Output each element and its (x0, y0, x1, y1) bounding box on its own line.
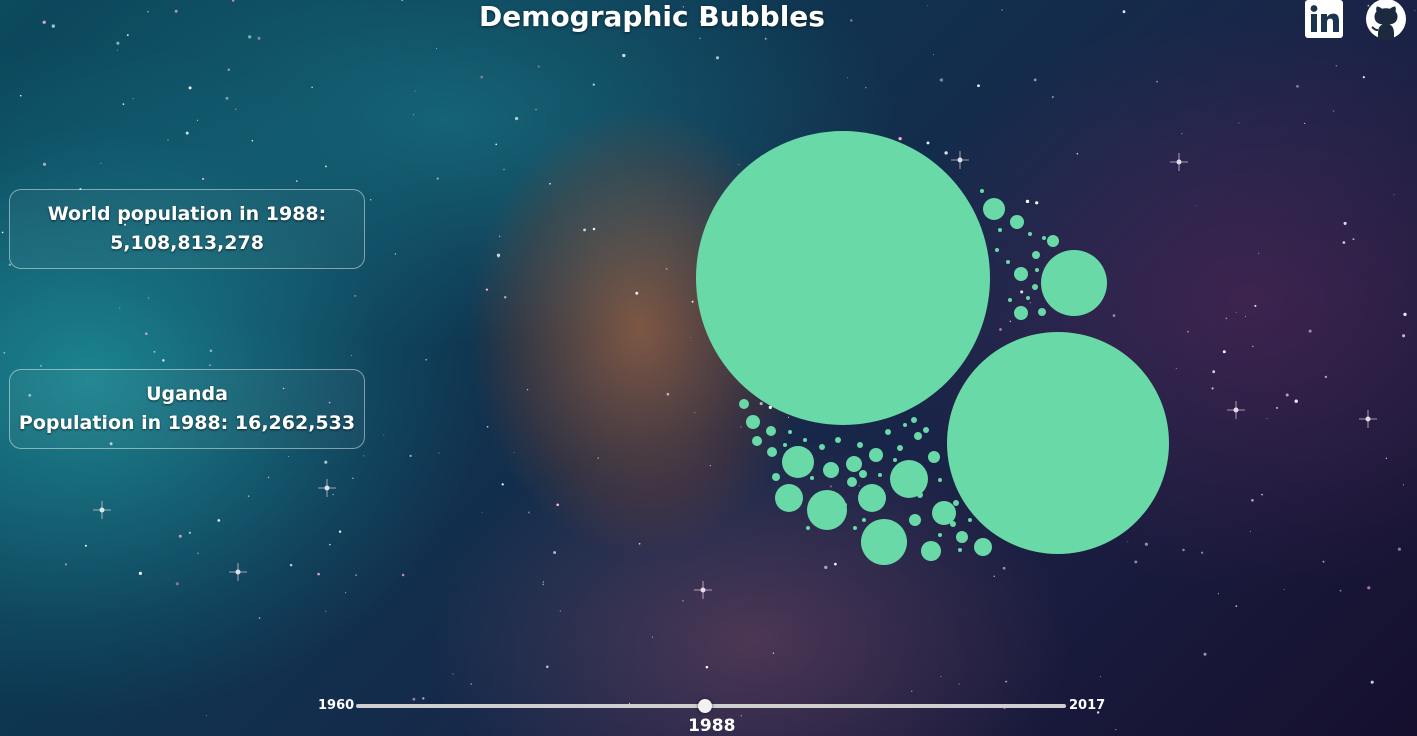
bubble-chart (696, 131, 1169, 565)
country-bubble[interactable] (998, 228, 1002, 232)
country-bubble[interactable] (803, 438, 807, 442)
country-bubble[interactable] (869, 448, 883, 462)
slider-max-label: 2017 (1069, 698, 1106, 713)
country-bubble[interactable] (810, 476, 814, 480)
country-bubble[interactable] (921, 541, 941, 561)
country-bubble[interactable] (767, 447, 777, 457)
country-bubble[interactable] (1047, 235, 1059, 247)
country-bubble[interactable] (1042, 236, 1046, 240)
country-bubble[interactable] (897, 527, 903, 533)
country-bubble[interactable] (897, 445, 903, 451)
country-bubble[interactable] (968, 518, 972, 522)
country-bubble[interactable] (752, 436, 762, 446)
country-bubble[interactable] (1035, 268, 1039, 272)
country-bubble[interactable] (788, 430, 792, 434)
country-bubble[interactable] (950, 521, 956, 527)
country-bubble[interactable] (890, 460, 928, 498)
country-bubble[interactable] (928, 451, 940, 463)
country-bubble[interactable] (1008, 298, 1012, 302)
country-bubble[interactable] (983, 198, 1005, 220)
country-bubble[interactable] (914, 432, 922, 440)
country-bubble[interactable] (847, 477, 857, 487)
country-bubble[interactable] (861, 519, 907, 565)
country-bubble[interactable] (923, 427, 929, 433)
country-bubble[interactable] (857, 442, 863, 448)
country-bubble[interactable] (956, 531, 968, 543)
country-bubble[interactable] (1032, 251, 1040, 259)
country-bubble[interactable] (893, 458, 897, 462)
country-bubble[interactable] (806, 526, 810, 530)
country-bubble[interactable] (878, 473, 882, 477)
country-bubble[interactable] (1010, 215, 1024, 229)
country-bubble[interactable] (807, 490, 847, 530)
country-bubble[interactable] (974, 538, 992, 556)
country-bubble[interactable] (947, 332, 1169, 554)
country-bubble[interactable] (958, 548, 962, 552)
country-bubble[interactable] (823, 462, 839, 478)
country-bubble[interactable] (1026, 296, 1030, 300)
country-bubble[interactable] (819, 444, 825, 450)
country-bubble[interactable] (853, 526, 857, 530)
country-bubble[interactable] (1032, 284, 1038, 290)
country-bubble[interactable] (995, 248, 999, 252)
country-bubble[interactable] (782, 446, 814, 478)
country-bubble[interactable] (903, 423, 907, 427)
country-bubble[interactable] (739, 399, 749, 409)
slider-min-label: 1960 (318, 698, 355, 713)
country-bubble[interactable] (775, 484, 803, 512)
slider-thumb[interactable] (697, 699, 712, 713)
country-bubble[interactable] (953, 500, 959, 506)
country-bubble[interactable] (980, 189, 984, 193)
country-bubble[interactable] (938, 533, 942, 537)
country-bubble[interactable] (1041, 250, 1107, 316)
country-bubble[interactable] (766, 426, 776, 436)
country-bubble[interactable] (1028, 232, 1032, 236)
country-bubble[interactable] (783, 443, 787, 447)
slider-year-value: 1988 (688, 716, 736, 736)
country-bubble[interactable] (917, 492, 923, 498)
country-bubble[interactable] (909, 514, 921, 526)
country-bubble[interactable] (1014, 306, 1028, 320)
year-slider[interactable]: 1960 2017 1988 (0, 690, 1417, 736)
country-bubble[interactable] (696, 131, 990, 425)
country-bubble[interactable] (843, 503, 847, 507)
country-bubble[interactable] (835, 437, 841, 443)
country-bubble[interactable] (1006, 260, 1010, 264)
country-bubble[interactable] (746, 415, 760, 429)
country-bubble[interactable] (878, 416, 882, 420)
country-bubble[interactable] (885, 429, 891, 435)
country-bubble[interactable] (911, 417, 917, 423)
country-bubble[interactable] (858, 484, 886, 512)
country-bubble[interactable] (1014, 267, 1028, 281)
country-bubble[interactable] (862, 518, 866, 522)
country-bubble[interactable] (1038, 308, 1046, 316)
country-bubble[interactable] (772, 473, 780, 481)
country-bubble[interactable] (859, 470, 867, 478)
country-bubble[interactable] (938, 478, 942, 482)
country-bubble[interactable] (846, 456, 862, 472)
country-bubble[interactable] (891, 408, 895, 412)
